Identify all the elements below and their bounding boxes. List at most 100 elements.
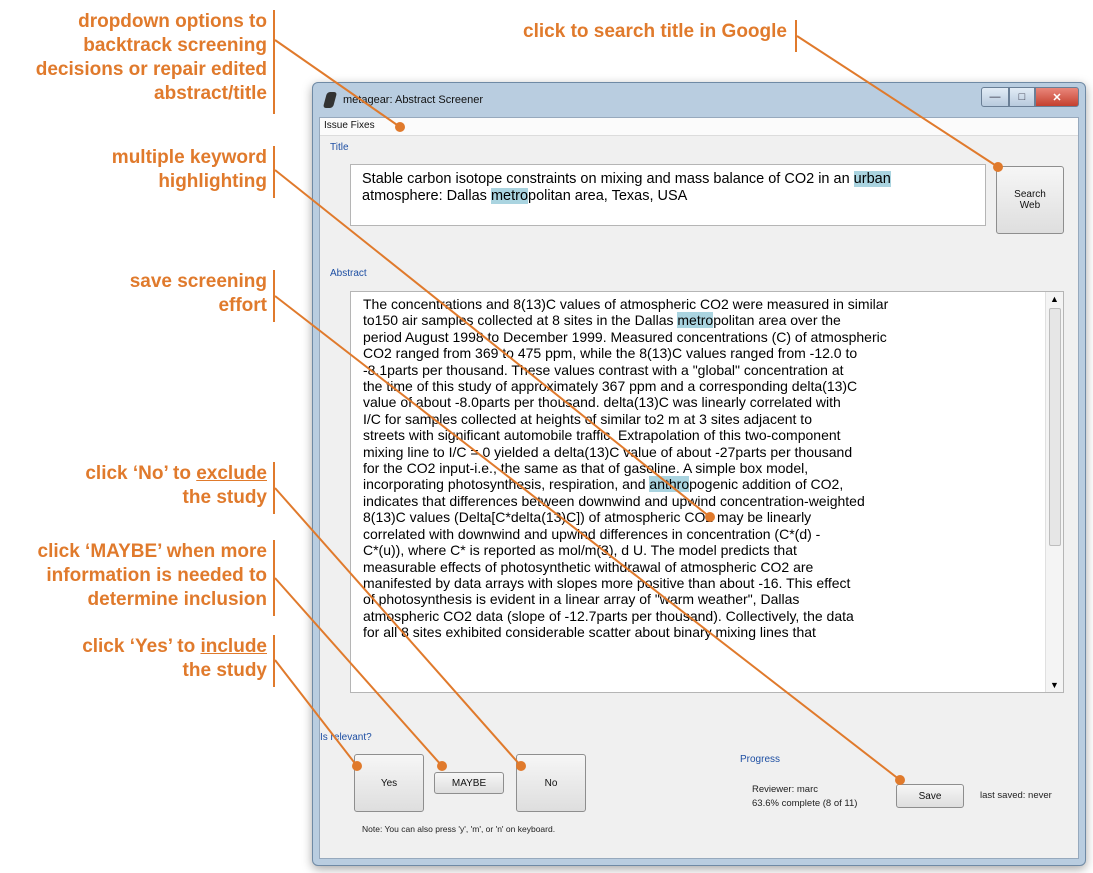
abstract-text-segment: pogenic addition of CO2, — [689, 476, 844, 493]
callout-underlined: exclude — [196, 463, 267, 484]
abstract-line: manifested by data arrays with slopes mo… — [363, 575, 1037, 591]
abstract-label: Abstract — [330, 268, 367, 279]
no-button[interactable]: No — [516, 754, 586, 812]
abstract-line: The concentrations and 8(13)C values of … — [363, 296, 1037, 312]
menu-bar: Issue Fixes — [320, 118, 1078, 136]
callout-line: the study — [182, 487, 267, 508]
title-textbox[interactable]: Stable carbon isotope constraints on mix… — [350, 164, 986, 226]
title-text-segment: atmosphere: Dallas — [362, 188, 491, 204]
abstract-line: I/C for samples collected at heights of … — [363, 411, 1037, 427]
abstract-text-segment: CO2 ranged from 369 to 475 ppm, while th… — [363, 345, 858, 362]
abstract-line: 8(13)C values (Delta[C*delta(13)C]) of a… — [363, 509, 1037, 525]
callout-bar — [795, 20, 797, 52]
keyword-highlight: metro — [677, 312, 714, 329]
callout-line: click ‘MAYBE’ when more — [37, 541, 268, 562]
callout-line: determine inclusion — [87, 589, 267, 610]
callout-marker — [895, 775, 905, 785]
callout-line: click ‘Yes’ to include — [82, 635, 267, 659]
abstract-line: C*(u)), where C* is reported as mol/m(3)… — [363, 542, 1037, 558]
callout-yes: click ‘Yes’ to include the study — [82, 635, 267, 683]
callout-bar — [273, 540, 275, 616]
search-web-button[interactable]: Search Web — [996, 166, 1064, 234]
save-button[interactable]: Save — [896, 784, 964, 808]
window-titlebar[interactable]: metagear: Abstract Screener — □ ✕ — [313, 83, 1085, 117]
title-text-segment: Stable carbon isotope constraints on mix… — [362, 171, 854, 187]
abstract-text-segment: C*(u)), where C* is reported as mol/m(3)… — [363, 542, 797, 559]
callout-search: click to search title in Google — [523, 20, 787, 44]
abstract-text-segment: for all 8 sites exhibited considerable s… — [363, 624, 816, 641]
abstract-line: for all 8 sites exhibited considerable s… — [363, 624, 1037, 640]
abstract-text-segment: for the CO2 input-i.e., the same as that… — [363, 460, 809, 477]
abstract-line: for the CO2 input-i.e., the same as that… — [363, 460, 1037, 476]
callout-line: click to search title in Google — [523, 21, 787, 42]
maximize-button[interactable]: □ — [1009, 87, 1035, 107]
callout-line: click ‘No’ to exclude — [85, 462, 267, 486]
callout-line: abstract/title — [154, 83, 267, 104]
abstract-line: CO2 ranged from 369 to 475 ppm, while th… — [363, 345, 1037, 361]
abstract-line: the time of this study of approximately … — [363, 378, 1037, 394]
callout-dropdown: dropdown options to backtrack screening … — [36, 10, 267, 106]
keyboard-note: Note: You can also press 'y', 'm', or 'n… — [362, 824, 556, 834]
progress-label: Progress — [740, 754, 781, 765]
last-saved-status: last saved: never — [980, 790, 1052, 801]
callout-line: effort — [218, 295, 267, 316]
abstract-line: measurable effects of photosynthetic wit… — [363, 559, 1037, 575]
abstract-text-segment: correlated with downwind and upwind diff… — [363, 525, 821, 542]
abstract-line: correlated with downwind and upwind diff… — [363, 526, 1037, 542]
abstract-line: indicates that differences between downw… — [363, 493, 1037, 509]
callout-line: save screening — [129, 271, 267, 292]
abstract-text-segment: measurable effects of photosynthetic wit… — [363, 558, 814, 575]
abstract-text-segment: I/C for samples collected at heights of … — [363, 410, 812, 427]
abstract-scrollbar[interactable]: ▲ ▼ — [1045, 292, 1063, 692]
callout-line: the study — [182, 660, 267, 681]
callout-save: save screening effort — [130, 270, 267, 318]
minimize-button[interactable]: — — [981, 87, 1009, 107]
abstract-text-segment: incorporating photosynthesis, respiratio… — [363, 476, 650, 493]
abstract-text-segment: streets with significant automobile traf… — [363, 427, 841, 444]
callout-text: click ‘No’ to — [85, 463, 197, 484]
callout-line: information is needed to — [46, 565, 267, 586]
callout-bar — [273, 146, 275, 198]
abstract-line: of photosynthesis is evident in a linear… — [363, 591, 1037, 607]
callout-marker — [352, 761, 362, 771]
close-button[interactable]: ✕ — [1035, 87, 1079, 107]
callout-line: backtrack screening — [83, 35, 267, 56]
callout-bar — [273, 270, 275, 322]
abstract-line: -8.1parts per thousand. These values con… — [363, 362, 1037, 378]
callout-marker — [437, 761, 447, 771]
callout-no: click ‘No’ to exclude the study — [85, 462, 267, 510]
abstract-text-segment: manifested by data arrays with slopes mo… — [363, 574, 851, 591]
abstract-text-segment: atmospheric CO2 data (slope of -12.7part… — [363, 607, 854, 624]
scroll-up-arrow-icon[interactable]: ▲ — [1050, 294, 1059, 304]
abstract-textbox[interactable]: The concentrations and 8(13)C values of … — [350, 291, 1064, 693]
callout-line: decisions or repair edited — [35, 59, 267, 80]
yes-button[interactable]: Yes — [354, 754, 424, 812]
callout-line: multiple keyword — [111, 147, 267, 168]
title-label: Title — [330, 142, 349, 153]
abstract-text-segment: value of about -8.0parts per thousand. d… — [363, 394, 841, 411]
abstract-text-segment: politan area over the — [713, 312, 841, 329]
abstract-text-segment: mixing line to I/C = 0 yielded a delta(1… — [363, 443, 853, 460]
scrollbar-thumb[interactable] — [1049, 308, 1061, 546]
abstract-text-segment: indicates that differences between downw… — [363, 492, 865, 509]
abstract-line: mixing line to I/C = 0 yielded a delta(1… — [363, 444, 1037, 460]
callout-highlight: multiple keyword highlighting — [112, 146, 267, 194]
abstract-text: The concentrations and 8(13)C values of … — [351, 292, 1063, 641]
abstract-line: period August 1998 to December 1999. Mea… — [363, 329, 1037, 345]
feather-icon — [322, 92, 338, 108]
scroll-down-arrow-icon[interactable]: ▼ — [1050, 680, 1059, 690]
window-title: metagear: Abstract Screener — [343, 94, 484, 106]
abstract-text-segment: -8.1parts per thousand. These values con… — [363, 361, 844, 378]
abstract-line: incorporating photosynthesis, respiratio… — [363, 476, 1037, 493]
window-client-area: Issue Fixes Title Stable carbon isotope … — [319, 117, 1079, 859]
callout-marker — [395, 122, 405, 132]
maybe-button[interactable]: MAYBE — [434, 772, 504, 794]
abstract-text-segment: of photosynthesis is evident in a linear… — [363, 591, 800, 608]
title-text: Stable carbon isotope constraints on mix… — [351, 165, 985, 205]
menu-issue-fixes[interactable]: Issue Fixes — [324, 120, 375, 131]
keyword-highlight: urban — [853, 171, 891, 187]
abstract-text-segment: The concentrations and 8(13)C values of … — [363, 296, 889, 312]
abstract-text-segment: to150 air samples collected at 8 sites i… — [363, 312, 678, 329]
callout-underlined: include — [200, 636, 267, 657]
title-text-segment: politan area, Texas, USA — [528, 188, 688, 204]
